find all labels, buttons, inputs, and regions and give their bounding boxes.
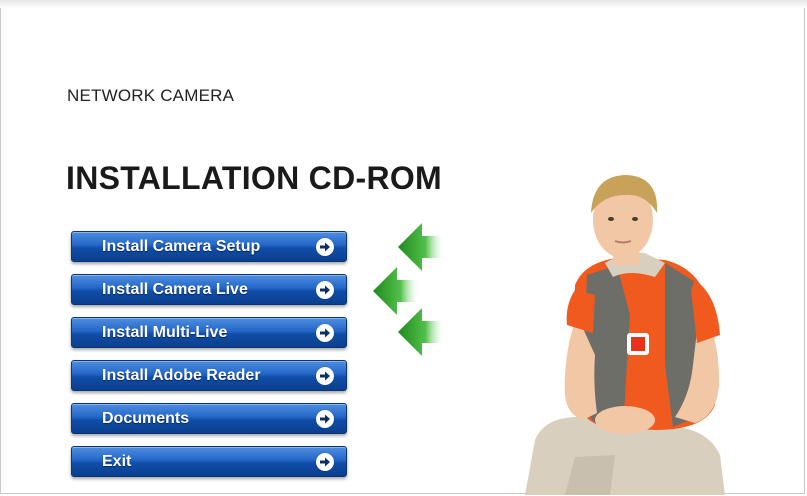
button-label: Install Multi-Live — [102, 324, 228, 341]
documents-button[interactable]: Documents — [71, 403, 347, 434]
install-adobe-reader-button[interactable]: Install Adobe Reader — [71, 360, 347, 391]
arrow-right-icon — [316, 324, 334, 342]
arrow-right-icon — [316, 238, 334, 256]
arrow-right-icon — [316, 281, 334, 299]
boy-portrait — [525, 175, 725, 495]
button-label: Documents — [102, 410, 190, 427]
install-camera-setup-button[interactable]: Install Camera Setup — [71, 231, 347, 262]
top-bar — [0, 0, 807, 8]
install-camera-live-button[interactable]: Install Camera Live — [71, 274, 347, 305]
green-arrow-left-icon — [398, 308, 444, 356]
install-multi-live-button[interactable]: Install Multi-Live — [71, 317, 347, 348]
exit-button[interactable]: Exit — [71, 446, 347, 477]
arrow-right-icon — [316, 453, 334, 471]
install-menu: Install Camera Setup Install Camera Live… — [71, 231, 348, 489]
arrow-right-icon — [316, 410, 334, 428]
button-label: Install Camera Live — [102, 281, 248, 298]
button-label: Install Camera Setup — [102, 238, 261, 255]
product-subtitle: NETWORK CAMERA — [67, 86, 235, 105]
page-title: INSTALLATION CD-ROM — [66, 160, 443, 196]
button-label: Install Adobe Reader — [102, 367, 261, 384]
button-label: Exit — [102, 453, 132, 470]
arrow-right-icon — [316, 367, 334, 385]
